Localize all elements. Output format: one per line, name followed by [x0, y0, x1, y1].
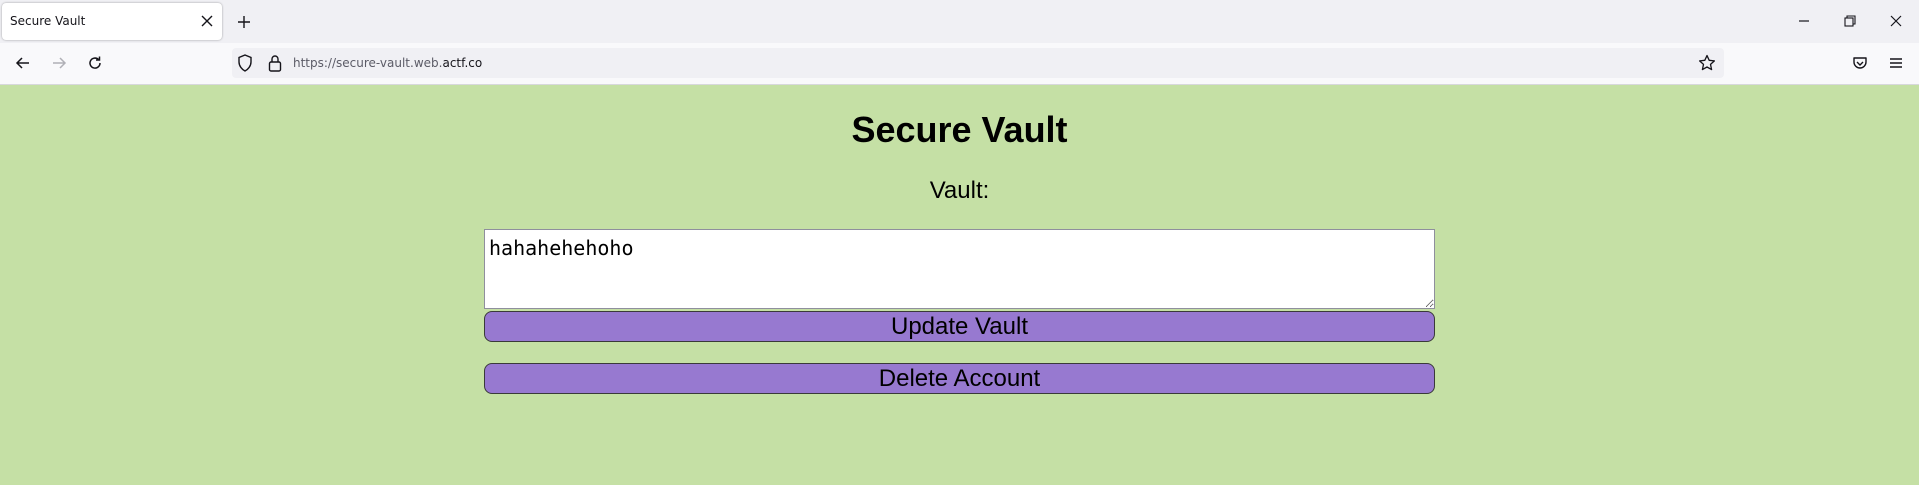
minimize-icon[interactable] — [1794, 11, 1814, 31]
arrow-right-icon[interactable] — [49, 53, 69, 73]
close-icon[interactable] — [198, 12, 216, 30]
tab-strip: Secure Vault — [0, 0, 1919, 43]
close-window-icon[interactable] — [1886, 11, 1906, 31]
url-domain: actf.co — [442, 56, 483, 70]
vault-textarea[interactable]: hahahehehoho — [484, 229, 1435, 309]
delete-account-button[interactable]: Delete Account — [484, 363, 1435, 394]
shield-icon[interactable] — [237, 54, 253, 72]
update-vault-button[interactable]: Update Vault — [484, 311, 1435, 342]
page-content: Secure Vault Vault: hahahehehoho Update … — [0, 85, 1919, 485]
hamburger-menu-icon[interactable] — [1886, 53, 1906, 73]
page-title: Secure Vault — [851, 109, 1068, 150]
vault-label: Vault: — [929, 177, 990, 204]
lock-icon[interactable] — [268, 54, 282, 72]
pocket-icon[interactable] — [1850, 53, 1870, 73]
navigation-toolbar: https://secure-vault.web.actf.co — [0, 43, 1919, 85]
arrow-left-icon[interactable] — [13, 53, 33, 73]
address-bar[interactable]: https://secure-vault.web.actf.co — [232, 48, 1724, 78]
star-icon[interactable] — [1698, 54, 1716, 72]
restore-icon[interactable] — [1840, 11, 1860, 31]
browser-tab[interactable]: Secure Vault — [2, 3, 222, 40]
tab-title: Secure Vault — [10, 14, 86, 28]
reload-icon[interactable] — [85, 53, 105, 73]
url-prefix: https://secure-vault.web. — [293, 56, 443, 70]
url-text[interactable]: https://secure-vault.web.actf.co — [293, 56, 482, 70]
plus-icon[interactable] — [234, 12, 254, 32]
